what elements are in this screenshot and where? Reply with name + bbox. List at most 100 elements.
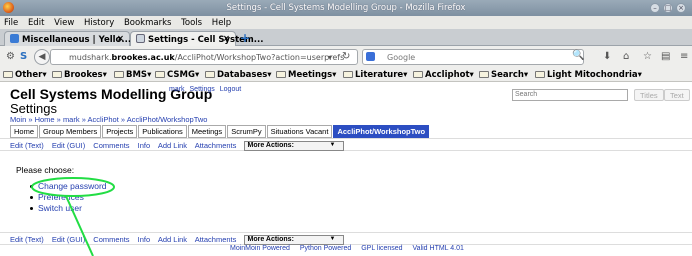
more-actions-select[interactable]: More Actions: ▼ (244, 141, 345, 151)
bookmarks-toolbar: Other▾ Brookes▾ BMS▾ CSMG▾ Databases▾ Me… (0, 68, 692, 82)
attachments-link[interactable]: Attachments (195, 235, 237, 244)
preferences-link[interactable]: Preferences (30, 192, 107, 203)
bookmarks-menu-icon[interactable]: ▤ (661, 51, 670, 62)
navtab-publications[interactable]: Publications (138, 125, 187, 138)
menu-edit[interactable]: Edit (28, 18, 44, 28)
edit-text-link[interactable]: Edit (Text) (10, 141, 44, 150)
wiki-nav-tabs: Home Group Members Projects Publications Mee… (10, 125, 430, 138)
google-icon[interactable] (366, 52, 375, 61)
info-link[interactable]: Info (138, 235, 151, 244)
tab-bar: Miscellaneous | Yello... × Settings - Ce… (0, 29, 692, 46)
navtab-accliphot-workshoptwo[interactable]: AccliPhot/WorkshopTwo (333, 125, 430, 138)
navtab-situations-vacant[interactable]: Situations Vacant (266, 125, 333, 138)
home-icon[interactable]: ⌂ (623, 51, 629, 62)
valid-html-link[interactable]: Valid HTML 4.01 (413, 245, 464, 252)
bookmark-star-icon[interactable]: ☆ (643, 51, 652, 62)
attachments-link[interactable]: Attachments (195, 141, 237, 150)
more-actions-select[interactable]: More Actions: ▼ (244, 235, 345, 245)
edit-gui-link[interactable]: Edit (GUI) (52, 141, 85, 150)
choose-prompt: Please choose: (16, 165, 75, 175)
user-link-settings[interactable]: Settings (190, 86, 215, 93)
menu-tools[interactable]: Tools (181, 18, 202, 28)
bookmark-folder-brookes[interactable]: Brookes▾ (52, 70, 107, 80)
bookmark-folder-search[interactable]: Search▾ (479, 70, 528, 80)
menu-help[interactable]: Help (212, 18, 231, 28)
bookmark-label: Databases (217, 70, 268, 80)
menu-view[interactable]: View (54, 18, 74, 28)
bookmark-folder-other[interactable]: Other▾ (3, 70, 47, 80)
search-placeholder: Google (387, 53, 416, 62)
tab-miscellaneous[interactable]: Miscellaneous | Yello... × (4, 31, 131, 46)
extension-icon[interactable]: ⚙ (6, 51, 15, 62)
bookmark-folder-bms[interactable]: BMS▾ (114, 70, 151, 80)
bookmark-folder-csmg[interactable]: CSMG▾ (155, 70, 199, 80)
close-tab-icon[interactable]: × (223, 34, 230, 44)
bookmark-label: Accliphot (425, 70, 470, 80)
bookmark-folder-accliphot[interactable]: Accliphot▾ (413, 70, 474, 80)
s-icon[interactable]: S (20, 51, 27, 62)
add-link-link[interactable]: Add Link (158, 141, 187, 150)
bookmark-label: Light Mitochondria (547, 70, 638, 80)
navtab-scrumpy[interactable]: ScrumPy (227, 125, 266, 138)
new-tab-icon[interactable]: + (240, 31, 250, 45)
folder-icon (343, 71, 353, 78)
folder-icon (3, 71, 13, 78)
edit-text-link[interactable]: Edit (Text) (10, 235, 44, 244)
back-button[interactable]: ◀ (34, 49, 50, 65)
breadcrumb[interactable]: Moin » Home » mark » AccliPhot » AccliPh… (10, 115, 207, 124)
minimize-icon[interactable]: – (650, 3, 660, 13)
user-link-mark[interactable]: mark (169, 86, 185, 93)
folder-icon (413, 71, 423, 78)
titles-button[interactable]: Titles (634, 89, 664, 101)
navtab-home[interactable]: Home (10, 125, 39, 138)
folder-icon (205, 71, 215, 78)
comments-link[interactable]: Comments (93, 235, 129, 244)
url-bar[interactable]: mudshark.brookes.ac.uk/AccliPhot/Worksho… (50, 49, 358, 65)
menu-icon[interactable]: ≡ (680, 51, 688, 62)
tab-settings[interactable]: Settings - Cell System... × (130, 31, 263, 46)
navtab-meetings[interactable]: Meetings (187, 125, 227, 138)
edit-bar-bottom: Edit (Text) Edit (GUI) Comments Info Add… (0, 232, 692, 245)
page-search-input[interactable]: Search (512, 89, 628, 101)
window-title: Settings - Cell Systems Modelling Group … (226, 3, 466, 13)
comments-link[interactable]: Comments (93, 141, 129, 150)
menu-history[interactable]: History (84, 18, 114, 28)
bookmark-folder-databases[interactable]: Databases▾ (205, 70, 272, 80)
menu-file[interactable]: File (4, 18, 18, 28)
bookmark-folder-meetings[interactable]: Meetings▾ (276, 70, 336, 80)
folder-icon (155, 71, 165, 78)
close-window-icon[interactable]: × (676, 3, 686, 13)
menu-bookmarks[interactable]: Bookmarks (124, 18, 172, 28)
edit-bar-top: Edit (Text) Edit (GUI) Comments Info Add… (0, 138, 692, 151)
python-powered-link[interactable]: Python Powered (300, 245, 351, 252)
change-password-link[interactable]: Change password (30, 181, 107, 192)
download-icon[interactable]: ⬇ (603, 51, 611, 62)
bookmark-folder-literature[interactable]: Literature▾ (343, 70, 407, 80)
navtab-projects[interactable]: Projects (102, 125, 138, 138)
page-icon (136, 34, 145, 43)
moinmoin-powered-link[interactable]: MoinMoin Powered (230, 245, 290, 252)
reload-icon[interactable]: ↻ (342, 51, 350, 62)
bookmark-label: Search (491, 70, 524, 80)
page-title: Settings (10, 101, 57, 116)
user-link-logout[interactable]: Logout (220, 86, 241, 93)
folder-icon (52, 71, 62, 78)
add-link-link[interactable]: Add Link (158, 235, 187, 244)
settings-choices: Change password Preferences Switch user (30, 181, 107, 214)
bookmark-label: CSMG (167, 70, 195, 80)
dropdown-icon[interactable]: ▾ (328, 53, 332, 62)
info-link[interactable]: Info (138, 141, 151, 150)
search-bar[interactable]: Google (362, 49, 584, 65)
bookmark-label: Other (15, 70, 43, 80)
gpl-licensed-link[interactable]: GPL licensed (361, 245, 402, 252)
close-tab-icon[interactable]: × (117, 34, 124, 44)
navtab-group-members[interactable]: Group Members (39, 125, 102, 138)
maximize-icon[interactable]: □ (663, 3, 673, 13)
edit-gui-link[interactable]: Edit (GUI) (52, 235, 85, 244)
bookmark-folder-light-mitochondria[interactable]: Light Mitochondria▾ (535, 70, 642, 80)
switch-user-link[interactable]: Switch user (30, 203, 107, 214)
search-icon[interactable]: 🔍 (572, 50, 584, 61)
text-button[interactable]: Text (664, 89, 690, 101)
folder-icon (479, 71, 489, 78)
folder-icon (114, 71, 124, 78)
